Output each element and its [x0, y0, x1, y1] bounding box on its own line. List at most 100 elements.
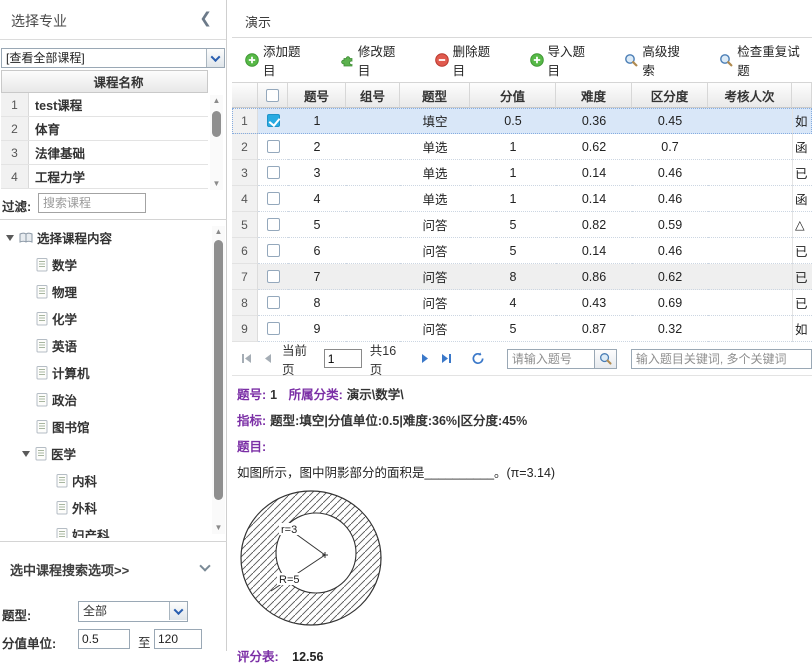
- course-row[interactable]: 4 工程力学: [1, 165, 208, 189]
- keyword-search-input[interactable]: [631, 349, 812, 369]
- search-icon: [624, 53, 638, 67]
- tree-item-math[interactable]: 数学: [0, 251, 210, 278]
- tree-item-surgery[interactable]: 外科: [0, 494, 210, 521]
- add-icon: [530, 53, 544, 67]
- row-checkbox[interactable]: [267, 166, 280, 179]
- detail-meta-line: 题号:1 所属分类:演示\数学\: [237, 384, 807, 403]
- score-column-header[interactable]: 分值: [470, 82, 556, 108]
- row-checkbox[interactable]: [267, 140, 280, 153]
- tree-item-obstetrics[interactable]: 妇产科: [0, 521, 210, 538]
- table-row[interactable]: 5 5 问答 5 0.82 0.59 △: [232, 212, 812, 238]
- select-all-checkbox[interactable]: [266, 89, 279, 102]
- tree-item-english[interactable]: 英语: [0, 332, 210, 359]
- visits-column-header[interactable]: 考核人次: [708, 82, 792, 108]
- expander-icon[interactable]: [22, 451, 30, 457]
- scrollbar-thumb[interactable]: [212, 111, 221, 137]
- group-column-header[interactable]: 组号: [346, 82, 400, 108]
- dropdown-arrow-icon[interactable]: [206, 49, 224, 67]
- qid-column-header[interactable]: 题号: [288, 82, 346, 108]
- question-id-search-input[interactable]: [507, 349, 595, 369]
- discrimination-column-header[interactable]: 区分度: [632, 82, 708, 108]
- course-search-input[interactable]: [38, 193, 146, 213]
- row-checkbox[interactable]: [267, 114, 280, 127]
- add-question-button[interactable]: 添加题目: [245, 41, 313, 79]
- tree-scrollbar[interactable]: ▲ ▼: [212, 226, 225, 534]
- course-list-scrollbar[interactable]: ▲ ▼: [210, 95, 223, 190]
- document-icon: [36, 258, 48, 272]
- score-max-input[interactable]: [154, 629, 202, 649]
- detail-metrics-line: 指标:题型:填空|分值单位:0.5|难度:36%|区分度:45%: [237, 410, 807, 429]
- table-row[interactable]: 9 9 问答 5 0.87 0.32 如: [232, 316, 812, 342]
- dropdown-arrow-icon[interactable]: [169, 602, 187, 620]
- expander-icon[interactable]: [6, 235, 14, 241]
- toolbar: 添加题目 修改题目 删除题目 导入题目 高级搜索 检查重复试题: [232, 38, 812, 82]
- prev-page-icon[interactable]: [261, 352, 274, 366]
- row-checkbox[interactable]: [267, 296, 280, 309]
- tree-item-medicine[interactable]: 医学: [0, 440, 210, 467]
- difficulty-column-header[interactable]: 难度: [556, 82, 632, 108]
- question-text: 如图所示，图中阴影部分的面积是__________。(π=3.14): [237, 462, 807, 481]
- refresh-icon[interactable]: [471, 352, 485, 366]
- category-value: 演示\数学\: [347, 388, 404, 402]
- scroll-down-icon[interactable]: ▼: [210, 178, 223, 190]
- metrics-value: 题型:填空|分值单位:0.5|难度:36%|区分度:45%: [270, 414, 527, 428]
- first-page-icon[interactable]: [240, 352, 253, 366]
- table-row[interactable]: 3 3 单选 1 0.14 0.46 已: [232, 160, 812, 186]
- page-number-input[interactable]: [324, 349, 362, 368]
- import-question-button[interactable]: 导入题目: [530, 41, 598, 79]
- category-label: 所属分类:: [289, 388, 343, 402]
- search-options-header[interactable]: 选中课程搜索选项>>: [0, 552, 227, 584]
- scroll-down-icon[interactable]: ▼: [212, 522, 225, 534]
- advanced-search-button[interactable]: 高级搜索: [624, 41, 692, 79]
- scroll-up-icon[interactable]: ▲: [212, 226, 225, 238]
- table-row[interactable]: 1 1 填空 0.5 0.36 0.45 如: [232, 108, 812, 134]
- current-page-label: 当前页: [282, 340, 316, 378]
- score-min-input[interactable]: [78, 629, 130, 649]
- course-name-column-header[interactable]: 课程名称: [30, 71, 207, 92]
- search-options-title: 选中课程搜索选项>>: [10, 560, 129, 579]
- edit-question-button[interactable]: 修改题目: [340, 41, 408, 79]
- tree-item-chemistry[interactable]: 化学: [0, 305, 210, 332]
- check-duplicates-button[interactable]: 检查重复试题: [719, 41, 812, 79]
- table-row[interactable]: 7 7 问答 8 0.86 0.62 已: [232, 264, 812, 290]
- tree-item-politics[interactable]: 政治: [0, 386, 210, 413]
- score-table-line: 评分表: 12.56: [237, 646, 807, 665]
- course-table-header[interactable]: 课程名称: [1, 70, 208, 93]
- book-icon: [19, 232, 33, 244]
- tree-item-internal-medicine[interactable]: 内科: [0, 467, 210, 494]
- course-filter-dropdown[interactable]: [查看全部课程]: [1, 48, 225, 68]
- chevron-down-icon[interactable]: [199, 560, 210, 571]
- next-page-icon[interactable]: [419, 352, 432, 366]
- collapse-panel-icon[interactable]: ❮: [199, 9, 212, 27]
- course-row[interactable]: 2 体育: [1, 117, 208, 141]
- row-checkbox[interactable]: [267, 270, 280, 283]
- scrollbar-thumb[interactable]: [214, 240, 223, 500]
- filter-label: 过滤:: [2, 196, 31, 215]
- score-table-label: 评分表:: [237, 650, 279, 664]
- question-type-select[interactable]: 全部: [78, 601, 188, 622]
- tree-root-course-content[interactable]: 选择课程内容: [0, 224, 210, 251]
- row-checkbox[interactable]: [267, 192, 280, 205]
- table-row[interactable]: 4 4 单选 1 0.14 0.46 函: [232, 186, 812, 212]
- last-page-icon[interactable]: [440, 352, 453, 366]
- table-row[interactable]: 2 2 单选 1 0.62 0.7 函: [232, 134, 812, 160]
- row-checkbox[interactable]: [267, 322, 280, 335]
- tree-item-physics[interactable]: 物理: [0, 278, 210, 305]
- delete-question-button[interactable]: 删除题目: [435, 41, 503, 79]
- search-button[interactable]: [595, 349, 617, 369]
- tree-item-computer[interactable]: 计算机: [0, 359, 210, 386]
- tab-demo[interactable]: 演示: [245, 12, 271, 31]
- document-icon: [35, 447, 47, 461]
- course-row[interactable]: 1 test课程: [1, 93, 208, 117]
- qtype-column-header[interactable]: 题型: [400, 82, 470, 108]
- table-row[interactable]: 6 6 问答 5 0.14 0.46 已: [232, 238, 812, 264]
- add-icon: [245, 53, 259, 67]
- tree-item-library[interactable]: 图书馆: [0, 413, 210, 440]
- scroll-up-icon[interactable]: ▲: [210, 95, 223, 107]
- course-row[interactable]: 3 法律基础: [1, 141, 208, 165]
- row-checkbox[interactable]: [267, 218, 280, 231]
- document-icon: [56, 501, 68, 515]
- document-icon: [36, 420, 48, 434]
- row-checkbox[interactable]: [267, 244, 280, 257]
- table-row[interactable]: 8 8 问答 4 0.43 0.69 已: [232, 290, 812, 316]
